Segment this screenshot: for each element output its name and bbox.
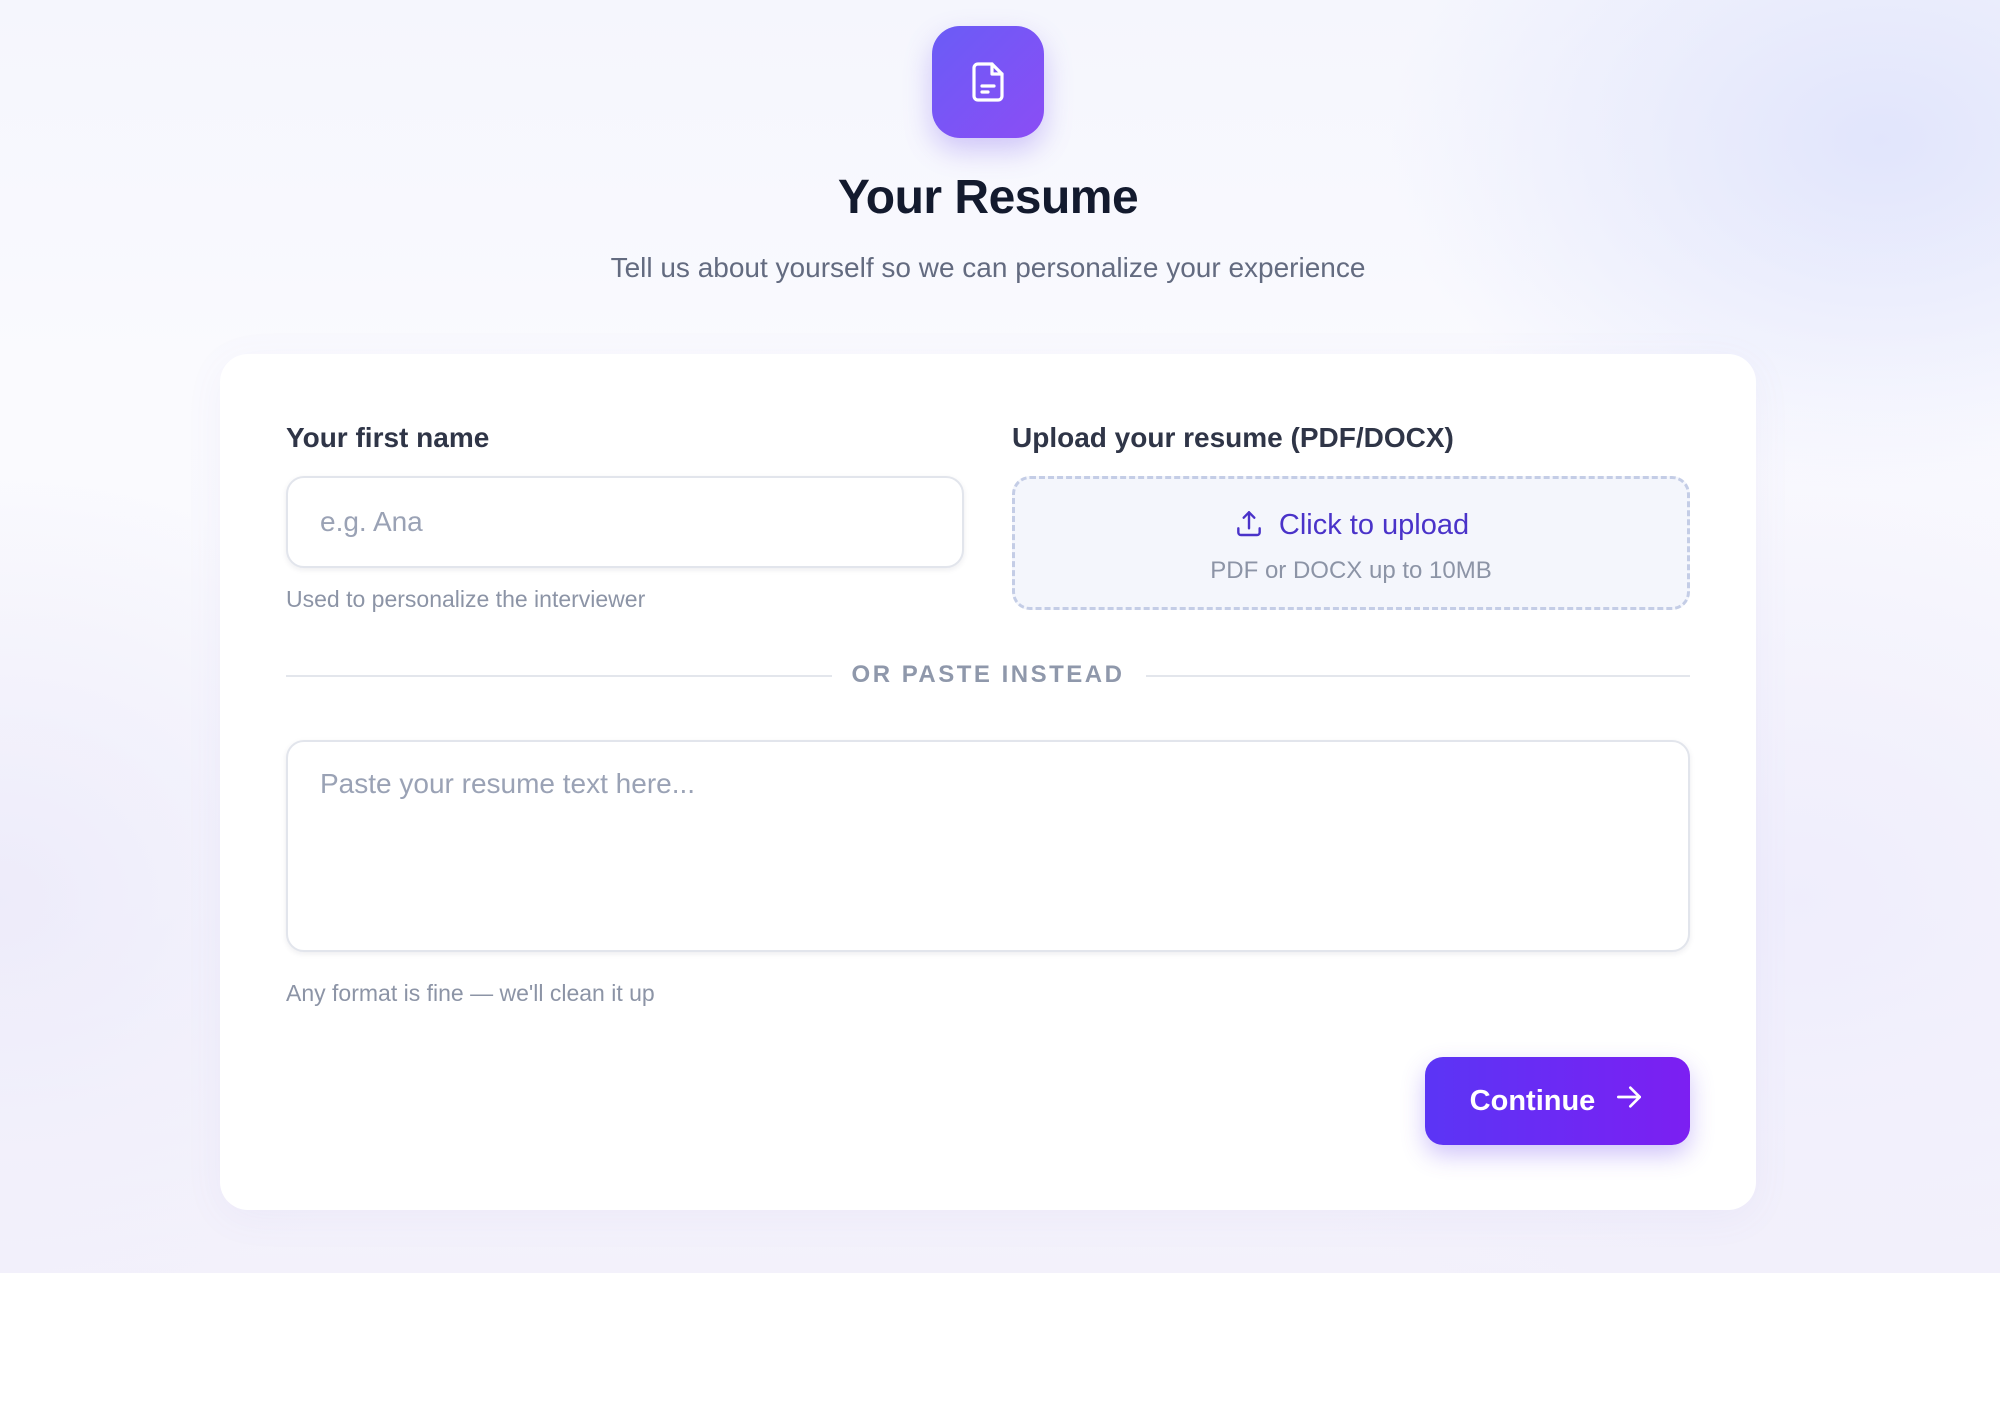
upload-hint: PDF or DOCX up to 10MB (1210, 557, 1492, 584)
resume-form-card: Your first name Used to personalize the … (220, 354, 1756, 1210)
first-name-input[interactable] (286, 476, 964, 568)
document-icon (932, 26, 1044, 138)
continue-button[interactable]: Continue (1425, 1057, 1690, 1145)
divider-line-right (1146, 675, 1690, 677)
resume-text-input[interactable] (286, 740, 1690, 952)
page-subtitle: Tell us about yourself so we can persona… (610, 252, 1366, 283)
first-name-helper: Used to personalize the interviewer (286, 586, 646, 612)
resume-upload-dropzone[interactable]: Click to upload PDF or DOCX up to 10MB (1012, 476, 1690, 610)
first-name-label: Your first name (286, 422, 490, 453)
continue-button-label: Continue (1469, 1084, 1596, 1117)
page-title: Your Resume (837, 171, 1139, 224)
upload-icon (1233, 507, 1265, 544)
upload-action-text: Click to upload (1278, 509, 1470, 541)
divider-text: OR PASTE INSTEAD (851, 661, 1125, 688)
resume-text-helper: Any format is fine — we'll clean it up (286, 980, 655, 1006)
divider-line-left (286, 675, 832, 677)
upload-label: Upload your resume (PDF/DOCX) (1012, 422, 1454, 453)
arrow-right-icon (1613, 1081, 1645, 1121)
